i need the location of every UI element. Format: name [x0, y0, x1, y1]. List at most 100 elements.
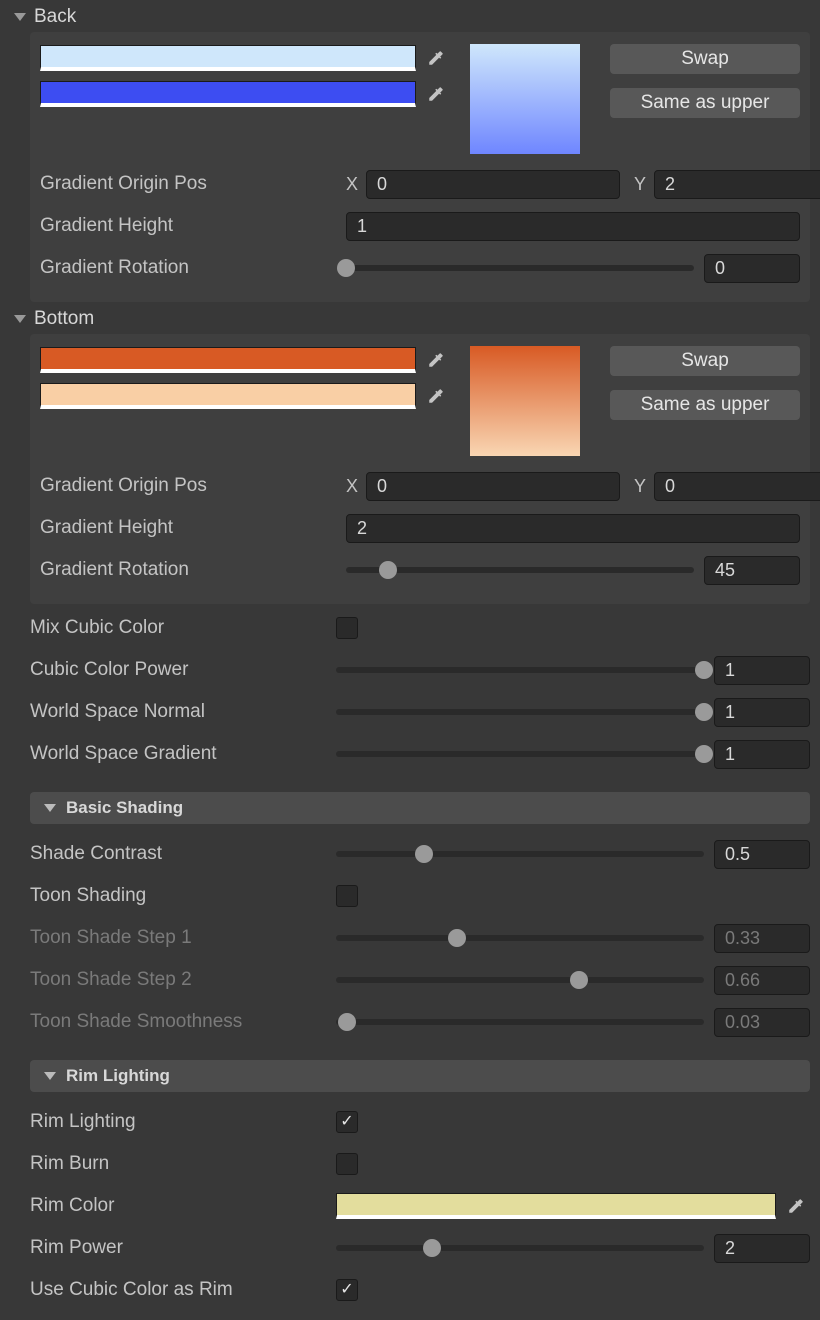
- axis-x-label: X: [346, 174, 362, 195]
- mix-cubic-checkbox[interactable]: [336, 617, 358, 639]
- shade-contrast-label: Shade Contrast: [30, 843, 330, 865]
- eyedropper-icon[interactable]: [782, 1192, 810, 1220]
- section-title: Bottom: [34, 308, 94, 330]
- rim-lighting-label: Rim Lighting: [30, 1111, 330, 1133]
- section-header-back[interactable]: Back: [0, 0, 820, 32]
- bottom-origin-row: Gradient Origin Pos X Y Z: [40, 468, 800, 504]
- gradient-height-input[interactable]: [346, 514, 800, 543]
- rim-power-slider[interactable]: [336, 1234, 810, 1263]
- gradient-origin-label: Gradient Origin Pos: [40, 173, 340, 195]
- ws-gradient-slider[interactable]: [336, 740, 810, 769]
- toon-shading-label: Toon Shading: [30, 885, 330, 907]
- eyedropper-icon[interactable]: [422, 382, 450, 410]
- axis-y-label: Y: [624, 174, 650, 195]
- back-color2-swatch[interactable]: [40, 81, 416, 107]
- ws-gradient-value[interactable]: [714, 740, 810, 769]
- rim-power-value[interactable]: [714, 1234, 810, 1263]
- rim-color-label: Rim Color: [30, 1195, 330, 1217]
- cubic-power-label: Cubic Color Power: [30, 659, 330, 681]
- chevron-down-icon: [14, 315, 26, 323]
- ws-normal-slider[interactable]: [336, 698, 810, 727]
- toon-smooth-slider[interactable]: [336, 1008, 810, 1037]
- toon-step2-row: Toon Shade Step 2: [30, 962, 810, 998]
- sub-header-title: Basic Shading: [66, 798, 183, 818]
- section-header-bottom[interactable]: Bottom: [0, 302, 820, 334]
- bottom-rotation-row: Gradient Rotation: [40, 552, 800, 588]
- sub-header-title: Rim Lighting: [66, 1066, 170, 1086]
- axis-y-label: Y: [624, 476, 650, 497]
- eyedropper-icon[interactable]: [422, 346, 450, 374]
- origin-x-input[interactable]: [366, 170, 620, 199]
- eyedropper-icon[interactable]: [422, 44, 450, 72]
- bottom-color1-swatch[interactable]: [40, 347, 416, 373]
- xyz-group: X Y Z: [346, 472, 820, 501]
- rim-burn-checkbox[interactable]: [336, 1153, 358, 1175]
- toon-step1-slider[interactable]: [336, 924, 810, 953]
- gradient-rotation-slider[interactable]: [346, 556, 800, 585]
- rim-lighting-row: Rim Lighting: [30, 1104, 810, 1140]
- gradient-rotation-value[interactable]: [704, 556, 800, 585]
- gradient-rotation-label: Gradient Rotation: [40, 257, 340, 279]
- bottom-gradient-preview: [470, 346, 580, 456]
- axis-x-label: X: [346, 476, 362, 497]
- back-color2-line: [40, 80, 450, 108]
- toon-step2-label: Toon Shade Step 2: [30, 969, 330, 991]
- ws-normal-value[interactable]: [714, 698, 810, 727]
- toon-shading-checkbox[interactable]: [336, 885, 358, 907]
- cubic-power-slider[interactable]: [336, 656, 810, 685]
- ws-normal-row: World Space Normal: [30, 694, 810, 730]
- back-button-col: Swap Same as upper: [610, 44, 800, 118]
- cubic-power-row: Cubic Color Power: [30, 652, 810, 688]
- gradient-height-label: Gradient Height: [40, 517, 340, 539]
- gradient-rotation-value[interactable]: [704, 254, 800, 283]
- shade-contrast-value[interactable]: [714, 840, 810, 869]
- bottom-color1-line: [40, 346, 450, 374]
- bottom-height-row: Gradient Height: [40, 510, 800, 546]
- bottom-button-col: Swap Same as upper: [610, 346, 800, 420]
- same-as-upper-button[interactable]: Same as upper: [610, 88, 800, 118]
- back-color1-swatch[interactable]: [40, 45, 416, 71]
- back-rotation-row: Gradient Rotation: [40, 250, 800, 286]
- origin-y-input[interactable]: [654, 170, 820, 199]
- use-cubic-rim-checkbox[interactable]: [336, 1279, 358, 1301]
- toon-smooth-row: Toon Shade Smoothness: [30, 1004, 810, 1040]
- mix-cubic-row: Mix Cubic Color: [30, 610, 810, 646]
- back-color-row: Swap Same as upper: [40, 44, 800, 154]
- toon-step1-row: Toon Shade Step 1: [30, 920, 810, 956]
- ws-gradient-row: World Space Gradient: [30, 736, 810, 772]
- rim-color-swatch[interactable]: [336, 1193, 776, 1219]
- toon-step2-value[interactable]: [714, 966, 810, 995]
- rim-power-row: Rim Power: [30, 1230, 810, 1266]
- toon-step1-value[interactable]: [714, 924, 810, 953]
- swap-button[interactable]: Swap: [610, 44, 800, 74]
- bottom-color-row: Swap Same as upper: [40, 346, 800, 456]
- bottom-color2-swatch[interactable]: [40, 383, 416, 409]
- rim-color-row: Rim Color: [30, 1188, 810, 1224]
- rim-burn-row: Rim Burn: [30, 1146, 810, 1182]
- origin-x-input[interactable]: [366, 472, 620, 501]
- shade-contrast-slider[interactable]: [336, 840, 810, 869]
- origin-y-input[interactable]: [654, 472, 820, 501]
- basic-shading-header[interactable]: Basic Shading: [30, 792, 810, 824]
- chevron-down-icon: [44, 804, 56, 812]
- bottom-block: Swap Same as upper Gradient Origin Pos X…: [30, 334, 810, 604]
- cubic-power-value[interactable]: [714, 656, 810, 685]
- gradient-rotation-label: Gradient Rotation: [40, 559, 340, 581]
- gradient-origin-label: Gradient Origin Pos: [40, 475, 340, 497]
- back-swatch-pair: [40, 44, 450, 108]
- gradient-rotation-slider[interactable]: [346, 254, 800, 283]
- rim-power-label: Rim Power: [30, 1237, 330, 1259]
- gradient-height-input[interactable]: [346, 212, 800, 241]
- bottom-swatch-pair: [40, 346, 450, 410]
- bottom-color2-line: [40, 382, 450, 410]
- swap-button[interactable]: Swap: [610, 346, 800, 376]
- back-color1-line: [40, 44, 450, 72]
- eyedropper-icon[interactable]: [422, 80, 450, 108]
- gradient-height-label: Gradient Height: [40, 215, 340, 237]
- same-as-upper-button[interactable]: Same as upper: [610, 390, 800, 420]
- toon-step2-slider[interactable]: [336, 966, 810, 995]
- rim-lighting-header[interactable]: Rim Lighting: [30, 1060, 810, 1092]
- toon-smooth-value[interactable]: [714, 1008, 810, 1037]
- rim-lighting-body: Rim Lighting Rim Burn Rim Color Rim Powe…: [0, 1098, 820, 1320]
- rim-lighting-checkbox[interactable]: [336, 1111, 358, 1133]
